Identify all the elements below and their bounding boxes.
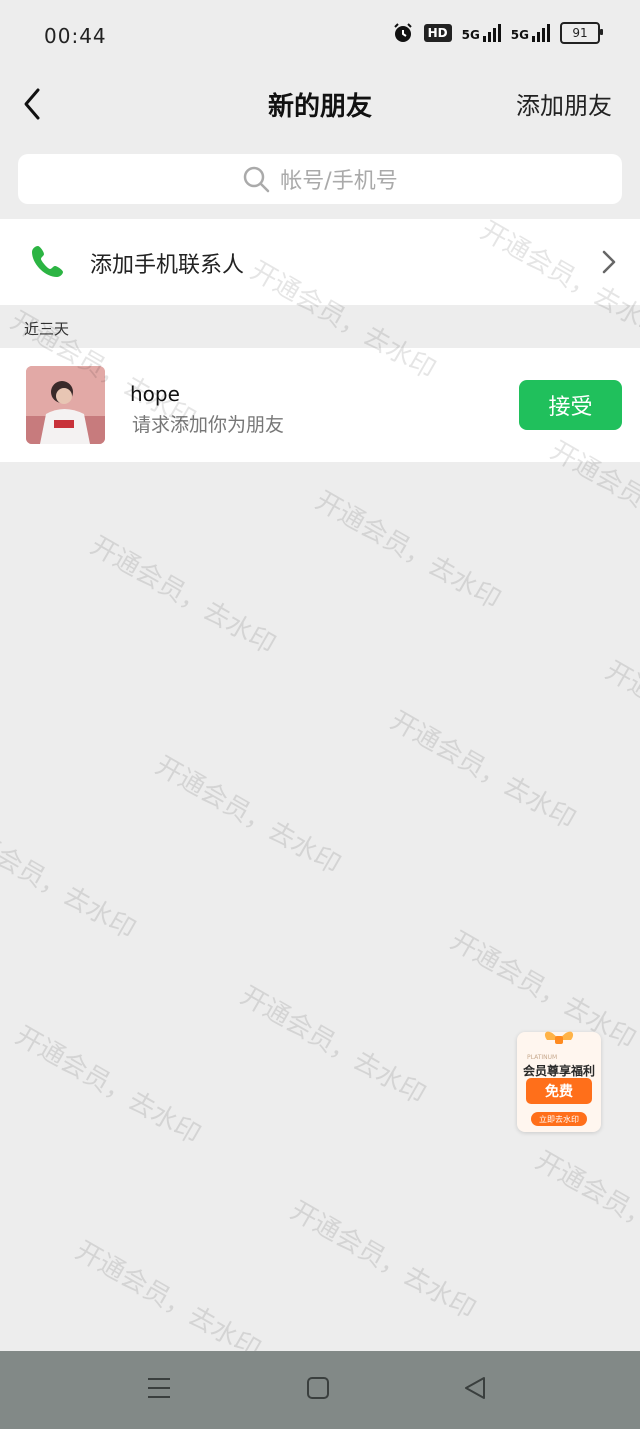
section-header-recent: 近三天 [24, 320, 70, 338]
promo-free-badge: 免费 [526, 1078, 592, 1104]
watermark-text: 开通会员，去水印 [310, 485, 506, 616]
menu-icon[interactable] [146, 1375, 172, 1405]
watermark-text: 开通会员，去水印 [285, 1195, 481, 1326]
search-placeholder: 帐号/手机号 [280, 169, 398, 194]
network-type-label: 5G [510, 28, 529, 42]
watermark-text: 开通会员，去水印 [85, 530, 281, 661]
watermark-text: 开通会员，去水印 [385, 705, 581, 836]
promo-cta-button[interactable]: 立即去水印 [531, 1112, 587, 1126]
search-icon [244, 166, 270, 193]
promo-small-text: PLATINUM [527, 1054, 558, 1061]
back-nav-icon[interactable] [462, 1375, 488, 1405]
battery-icon: 91 [560, 22, 603, 44]
add-friend-button[interactable]: 添加朋友 [516, 86, 612, 121]
friend-name: hope [130, 382, 180, 406]
phone-icon [30, 243, 66, 283]
watermark-text: 开通会员，去水印 [235, 980, 431, 1111]
status-time: 00:44 [44, 24, 107, 48]
promo-title: 会员尊享福利 [522, 1064, 595, 1078]
battery-level: 91 [572, 26, 588, 40]
watermark-text: 开通会员，去水印 [70, 1235, 266, 1366]
watermark-text: 开通会员，去水印 [0, 815, 141, 946]
top-nav-bar: 新的朋友 添加朋友 [0, 72, 640, 136]
watermark-text: 开通会员，去水印 [530, 1145, 640, 1276]
add-phone-contacts-row[interactable]: 添加手机联系人 [0, 219, 640, 305]
home-icon[interactable] [305, 1375, 331, 1405]
status-icons: HD 5G 5G 91 [392, 22, 603, 44]
network-type-label: 5G [461, 28, 480, 42]
vip-promo-widget[interactable]: PLATINUM 会员尊享福利 免费 立即去水印 [517, 1031, 601, 1132]
avatar [26, 366, 105, 444]
accept-button[interactable]: 接受 [519, 380, 622, 430]
friend-request-message: 请求添加你为朋友 [132, 414, 285, 436]
chevron-right-icon [602, 249, 616, 279]
hd-voice-icon: HD [423, 24, 452, 42]
watermark-text: 开通会员，去水印 [10, 1020, 206, 1151]
system-nav-bar [0, 1351, 640, 1429]
watermark-text: 开通会员，去水印 [600, 655, 640, 786]
signal-icon-1: 5G [462, 24, 501, 42]
alarm-icon [392, 22, 414, 44]
add-phone-contacts-label: 添加手机联系人 [90, 253, 245, 278]
search-input[interactable]: 帐号/手机号 [18, 154, 622, 204]
signal-icon-2: 5G [511, 24, 550, 42]
status-bar: 00:44 HD 5G 5G 91 [0, 0, 640, 72]
gift-icon [539, 1026, 579, 1050]
friend-request-row[interactable]: hope 请求添加你为朋友 接受 [0, 348, 640, 462]
watermark-text: 开通会员，去水印 [150, 750, 346, 881]
